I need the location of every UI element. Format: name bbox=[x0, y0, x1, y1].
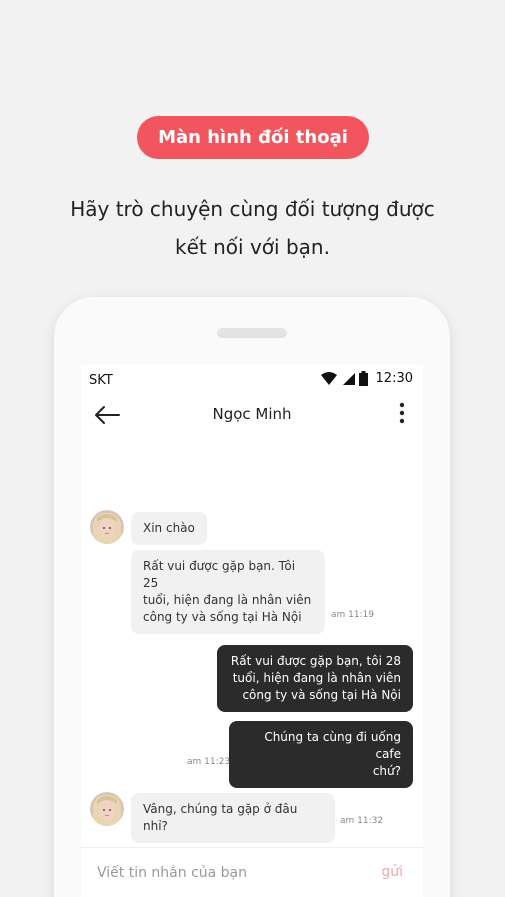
message-bubble-outgoing: Rất vui được gặp bạn, tôi 28 tuổi, hiện … bbox=[217, 645, 413, 712]
message-line: công ty và sống tại Hà Nội bbox=[242, 688, 401, 702]
wifi-icon bbox=[320, 371, 337, 385]
message-bubble-incoming: Xin chào bbox=[131, 512, 207, 545]
message-line: Chúng ta cùng đi uống cafe bbox=[264, 730, 401, 761]
message-input[interactable] bbox=[97, 862, 357, 884]
message-line: công ty và sống tại Hà Nội bbox=[143, 610, 302, 624]
message-timestamp: am 11:23 bbox=[187, 757, 231, 767]
avatar-photo bbox=[90, 792, 124, 826]
send-button[interactable]: gửi bbox=[381, 864, 403, 880]
message-line: chứ? bbox=[372, 764, 401, 778]
more-vertical-icon[interactable] bbox=[395, 401, 409, 427]
screen-title-badge: Màn hình đối thoại bbox=[137, 116, 369, 159]
carrier-label: SKT bbox=[89, 373, 113, 388]
message-bubble-incoming: Vâng, chúng ta gặp ở đâu nhỉ? bbox=[131, 793, 335, 843]
status-icons: 12:30 bbox=[320, 371, 413, 386]
status-bar: SKT 12:30 bbox=[81, 365, 423, 395]
message-bubble-incoming: Rất vui được gặp bạn. Tôi 25 tuổi, hiện … bbox=[131, 550, 325, 634]
message-line: Rất vui được gặp bạn, tôi 28 bbox=[230, 654, 401, 668]
intro-subtitle: Hãy trò chuyện cùng đối tượng được kết n… bbox=[30, 190, 475, 266]
message-line: tuổi, hiện đang là nhân viên bbox=[232, 671, 401, 685]
phone-mockup: SKT 12:30 Ngọc Minh Xin chào Rất vui đượ… bbox=[54, 297, 450, 897]
message-timestamp: am 11:19 bbox=[331, 610, 375, 620]
subtitle-line-2: kết nối với bạn. bbox=[175, 235, 330, 259]
contact-avatar[interactable] bbox=[90, 510, 124, 544]
contact-avatar[interactable] bbox=[90, 792, 124, 826]
avatar-photo bbox=[90, 510, 124, 544]
status-time: 12:30 bbox=[375, 371, 413, 386]
message-text: Vâng, chúng ta gặp ở đâu nhỉ? bbox=[143, 802, 298, 833]
message-bubble-outgoing: Chúng ta cùng đi uống cafe chứ? bbox=[229, 721, 413, 788]
chat-header: Ngọc Minh bbox=[81, 395, 423, 437]
message-composer: gửi bbox=[81, 847, 423, 897]
chat-title: Ngọc Minh bbox=[212, 405, 292, 423]
message-line: Rất vui được gặp bạn. Tôi 25 bbox=[143, 559, 296, 590]
message-timestamp: am 11:32 bbox=[340, 816, 384, 826]
message-line: tuổi, hiện đang là nhân viên bbox=[143, 593, 312, 607]
message-text: Xin chào bbox=[143, 521, 195, 535]
signal-icon bbox=[342, 372, 355, 385]
battery-icon bbox=[358, 371, 368, 386]
phone-speaker bbox=[217, 328, 287, 338]
phone-screen: SKT 12:30 Ngọc Minh Xin chào Rất vui đượ… bbox=[81, 365, 423, 897]
subtitle-line-1: Hãy trò chuyện cùng đối tượng được bbox=[70, 197, 435, 221]
